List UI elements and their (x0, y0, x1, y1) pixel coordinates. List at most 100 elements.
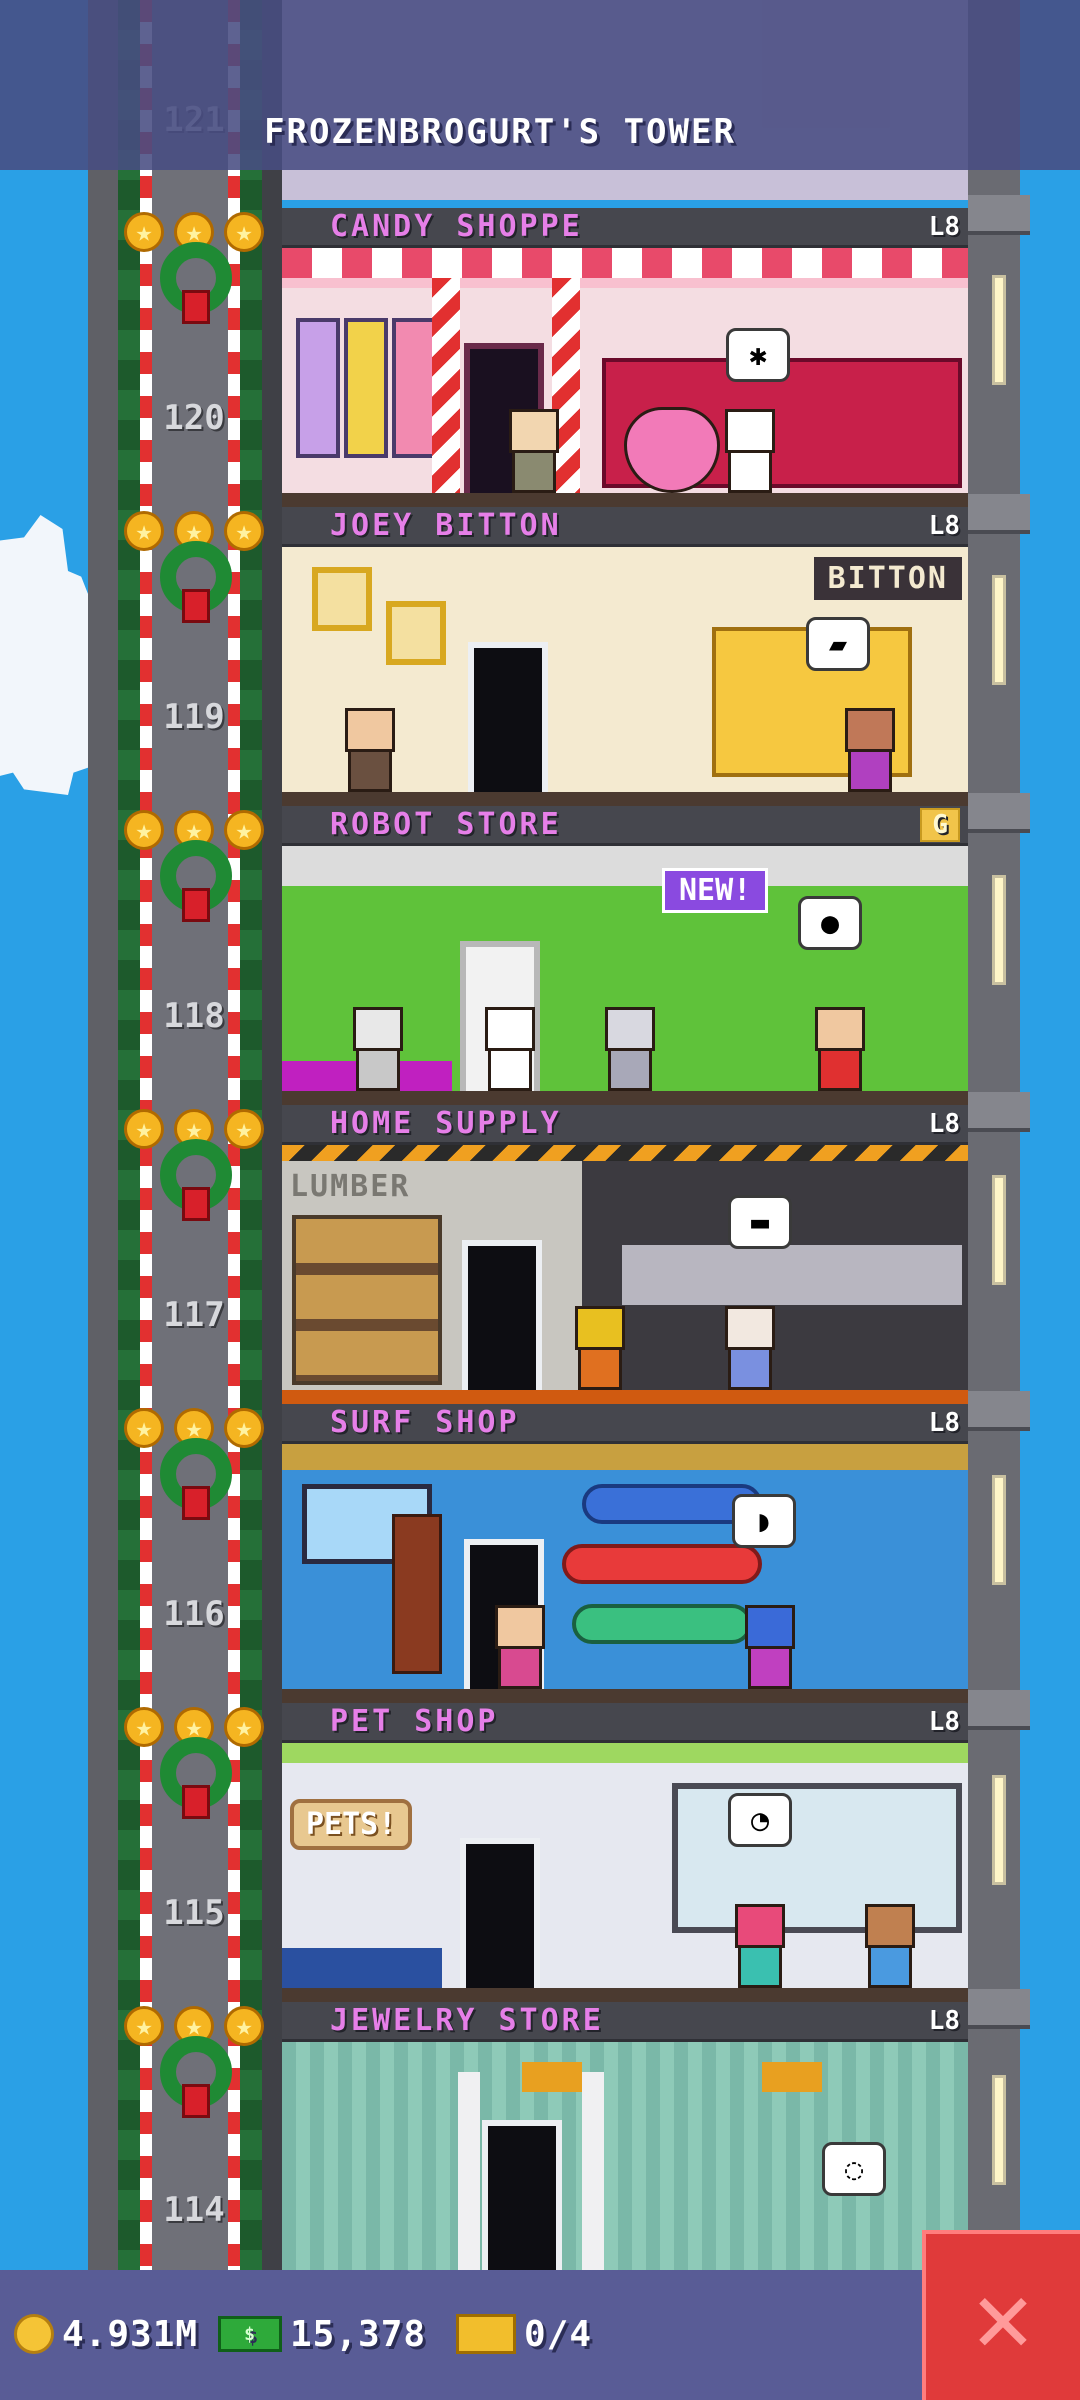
tickets-stat[interactable]: 0/4 (456, 2308, 592, 2360)
bow-icon (182, 888, 210, 922)
speech-bubble[interactable]: ◌ (822, 2142, 886, 2196)
floor-home-supply[interactable]: HOME SUPPLY L8 LUMBER ▬ (282, 1105, 968, 1404)
floor-number: 115 (163, 1893, 225, 1933)
floor-base (282, 1091, 968, 1105)
speech-bubble[interactable]: ◔ (728, 1793, 792, 1847)
floor-room[interactable]: BITTON ▰ (282, 547, 968, 806)
floor-room[interactable]: ◌ (282, 2042, 968, 2270)
floor-room[interactable]: LUMBER ▬ (282, 1145, 968, 1404)
floor-level: L8 (928, 1706, 960, 1737)
floor-decoration: ★ ★ ★ (120, 212, 270, 372)
surfboard (562, 1544, 762, 1584)
cloud (0, 515, 90, 795)
visitor[interactable] (342, 708, 398, 792)
floor-decoration: ★ ★ ★ (120, 1707, 270, 1867)
floor-room[interactable]: ◗ (282, 1444, 968, 1703)
door (482, 2120, 562, 2270)
robot-bitizen[interactable] (350, 1007, 406, 1091)
wall-bracket (968, 793, 1030, 833)
visitor[interactable] (812, 1007, 868, 1091)
bux-icon: $ (218, 2316, 282, 2352)
floor-level: L8 (928, 211, 960, 242)
bow-icon (182, 2084, 210, 2118)
speech-bubble[interactable]: ● (798, 896, 862, 950)
floor-header: HOME SUPPLY L8 (282, 1105, 968, 1145)
floor-decoration: ★ ★ ★ (120, 810, 270, 970)
speech-bubble[interactable]: ▰ (806, 617, 870, 671)
floor-room[interactable]: NEW! ● (282, 846, 968, 1105)
floor-header: PET SHOP L8 (282, 1703, 968, 1743)
floor-decoration: ★ ★ ★ (120, 511, 270, 671)
floor-pet-shop[interactable]: PET SHOP L8 PETS! ◔ (282, 1703, 968, 2002)
awning (282, 248, 968, 278)
speech-bubble[interactable]: ✱ (726, 328, 790, 382)
bow-icon (182, 1785, 210, 1819)
visitor[interactable] (732, 1904, 788, 1988)
floor-joey-bitton[interactable]: JOEY BITTON L8 BITTON ▰ (282, 507, 968, 806)
candy-dispenser (296, 318, 340, 458)
new-badge[interactable]: NEW! (662, 868, 769, 913)
visitor[interactable] (722, 1306, 778, 1390)
speech-bubble[interactable]: ◗ (732, 1494, 796, 1548)
wall-light (992, 1475, 1006, 1585)
star-icon: ★ (224, 1408, 264, 1448)
close-button[interactable]: ✕ (922, 2230, 1080, 2400)
visitor[interactable] (842, 708, 898, 792)
floor-base (282, 1390, 968, 1404)
wall-bracket (968, 1989, 1030, 2029)
floor-level: G (920, 807, 960, 842)
display-frame (386, 601, 446, 665)
star-icon: ★ (224, 810, 264, 850)
wall-light (992, 1175, 1006, 1285)
visitor[interactable] (492, 1605, 548, 1689)
floor-level: L8 (928, 1108, 960, 1139)
wall-light (992, 2075, 1006, 2185)
door (460, 1838, 540, 1988)
tickets-value: 0/4 (524, 2313, 593, 2355)
bow-icon (182, 290, 210, 324)
floor-name: JOEY BITTON (330, 508, 562, 543)
floor-name: JEWELRY STORE (330, 2003, 604, 2038)
floor-room[interactable]: ✱ (282, 248, 968, 507)
tool-counter (622, 1245, 962, 1305)
coins-stat[interactable]: 4.931M (14, 2308, 198, 2360)
hazard-stripe (282, 1145, 968, 1161)
floor-header: CANDY SHOPPE L8 (282, 208, 968, 248)
wall-bracket (968, 195, 1030, 235)
visitor[interactable] (572, 1306, 628, 1390)
floor-robot-store[interactable]: ROBOT STORE G NEW! ● (282, 806, 968, 1105)
floor-number: 119 (163, 697, 225, 737)
floor-jewelry-store[interactable]: JEWELRY STORE L8 ◌ (282, 2002, 968, 2301)
floor-name: CANDY SHOPPE (330, 209, 583, 244)
snowman-bitizen[interactable] (722, 409, 778, 493)
pet-bowl-shelf (282, 1948, 442, 1988)
chandelier (762, 2062, 822, 2092)
floor-number: 120 (163, 398, 225, 438)
wall-light (992, 275, 1006, 385)
speech-bubble[interactable]: ▬ (728, 1195, 792, 1249)
bow-icon (182, 589, 210, 623)
floor-level: L8 (928, 2005, 960, 2036)
wall-bracket (968, 1391, 1030, 1431)
floor-base (282, 792, 968, 806)
floor-base (282, 1988, 968, 2002)
bunny-bitizen[interactable] (482, 1007, 538, 1091)
door (462, 1240, 542, 1390)
wall-light (992, 1775, 1006, 1885)
floor-candy-shoppe[interactable]: CANDY SHOPPE L8 ✱ (282, 208, 968, 507)
coins-value: 4.931M (62, 2313, 199, 2355)
visitor[interactable] (506, 409, 562, 493)
star-icon: ★ (124, 511, 164, 551)
heart-mascot[interactable] (622, 407, 722, 493)
wall-light (992, 575, 1006, 685)
floor-base (282, 1689, 968, 1703)
floor-surf-shop[interactable]: SURF SHOP L8 ◗ (282, 1404, 968, 1703)
bux-stat[interactable]: $ 15,378 (218, 2308, 426, 2360)
star-icon: ★ (124, 1109, 164, 1149)
tiki-statue (392, 1514, 442, 1674)
wall-bracket (968, 1690, 1030, 1730)
visitor[interactable] (862, 1904, 918, 1988)
floor-room[interactable]: PETS! ◔ (282, 1743, 968, 2002)
close-icon: ✕ (972, 2258, 1034, 2375)
visitor[interactable] (742, 1605, 798, 1689)
